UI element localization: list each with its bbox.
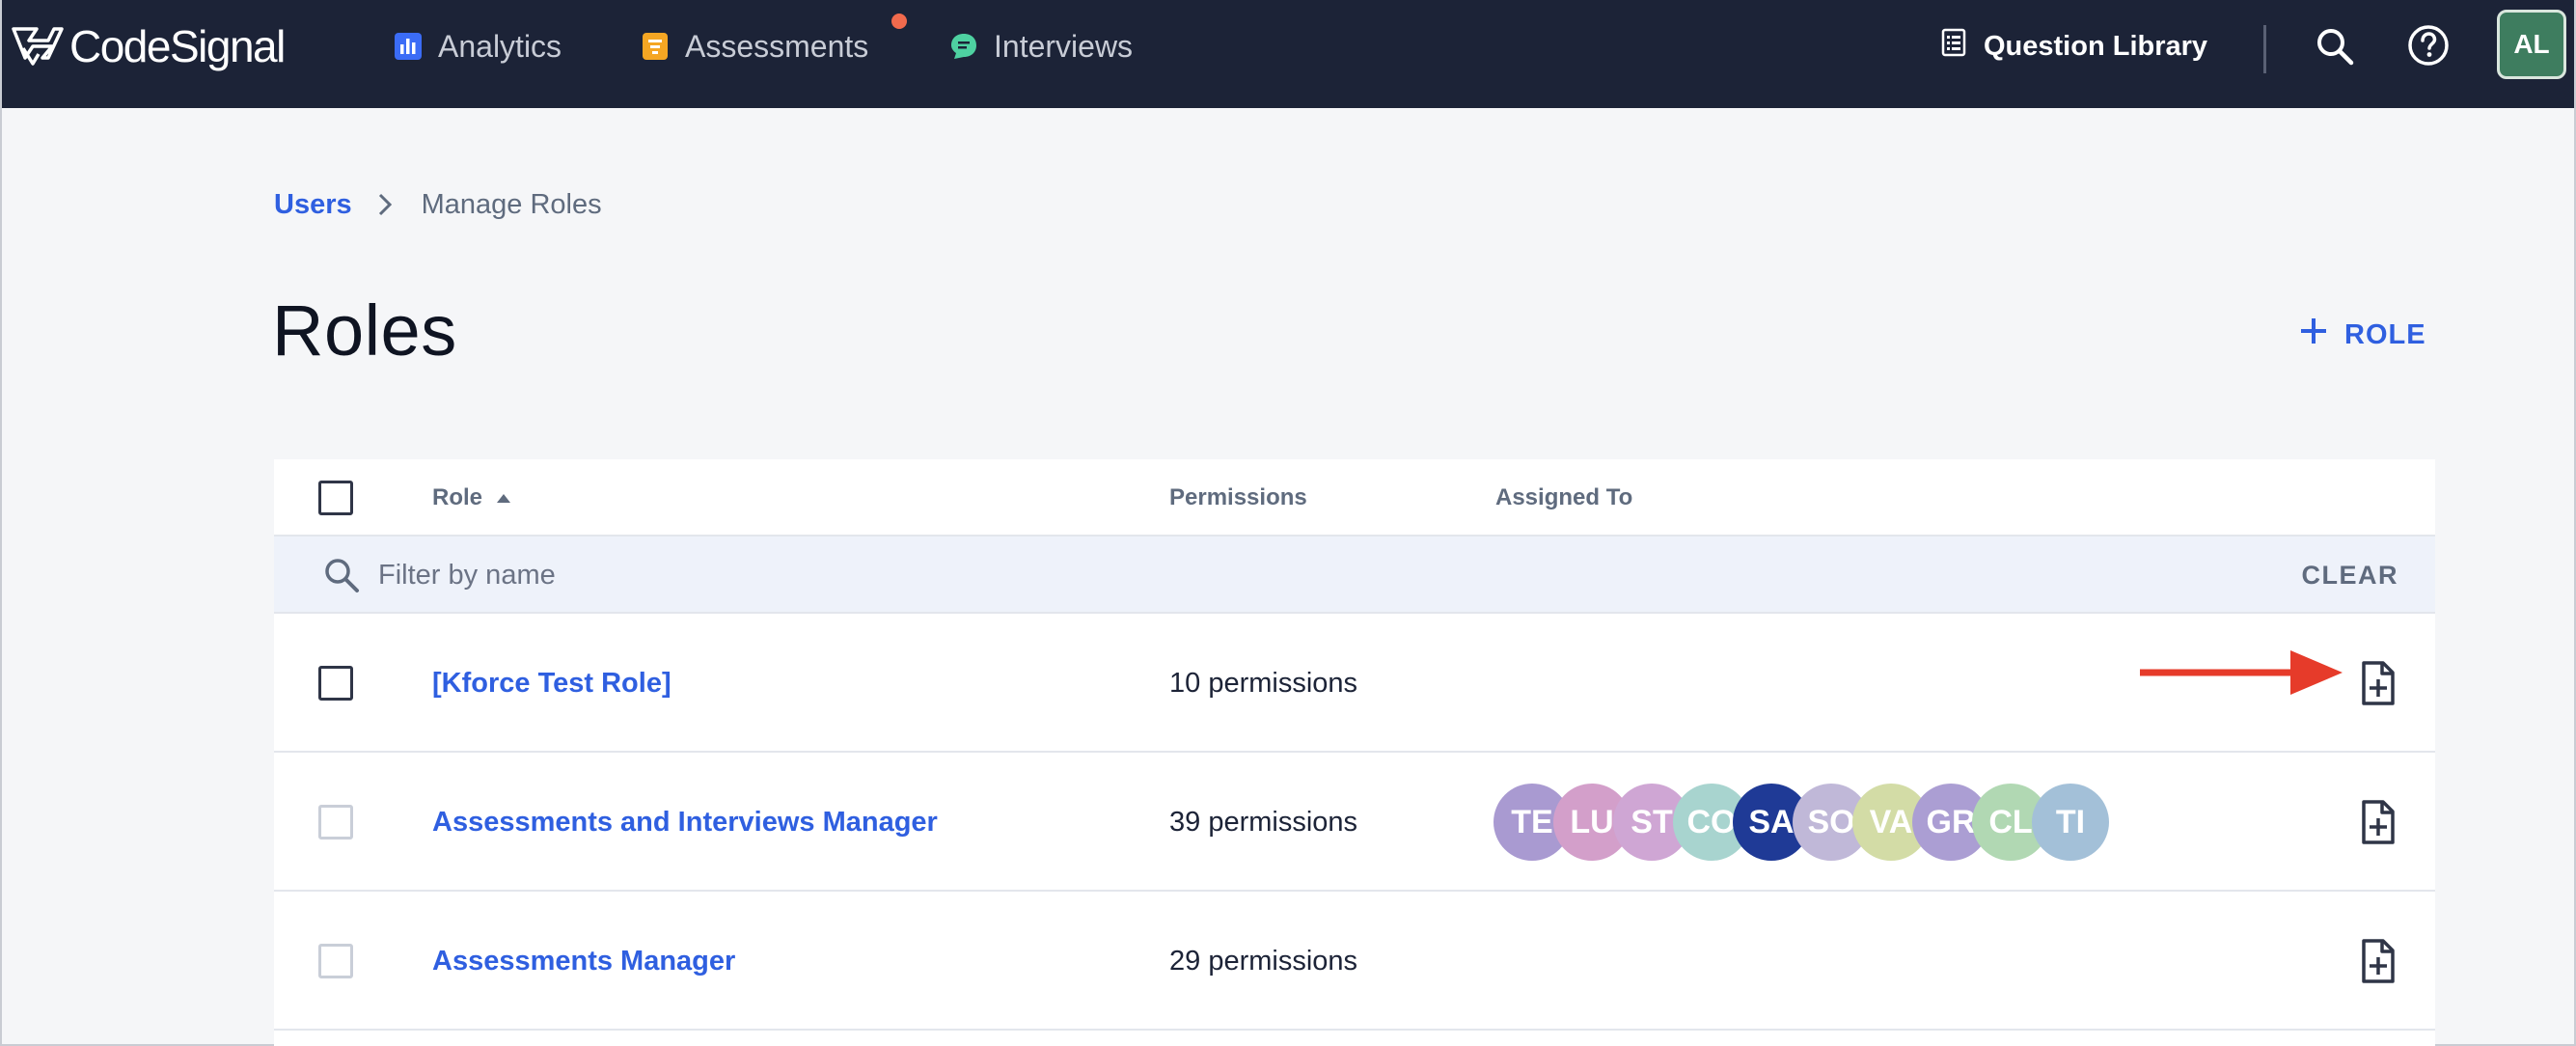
- bar-chart-icon: [392, 30, 425, 63]
- breadcrumb: Users Manage Roles: [274, 185, 602, 224]
- chat-bubble-icon: [947, 30, 980, 63]
- help-button[interactable]: [2406, 23, 2451, 68]
- duplicate-role-button[interactable]: [2356, 799, 2398, 845]
- codesignal-logo[interactable]: CodeSignal: [10, 17, 286, 75]
- brand-name: CodeSignal: [69, 21, 286, 71]
- question-library-link[interactable]: Question Library: [1941, 25, 2207, 68]
- permissions-count: 10 permissions: [1169, 667, 1358, 699]
- role-name-link[interactable]: [Kforce Test Role]: [432, 664, 671, 702]
- nav-analytics-label: Analytics: [438, 28, 562, 64]
- nav-assessments[interactable]: Assessments: [639, 25, 868, 68]
- role-name-link[interactable]: Assessments and Interviews Manager: [432, 803, 938, 841]
- duplicate-role-button[interactable]: [2356, 938, 2398, 984]
- table-row: [Kforce Test Role] 10 permissions: [274, 614, 2435, 753]
- question-library-icon: [1941, 28, 1966, 65]
- permissions-count: 39 permissions: [1169, 806, 1358, 838]
- column-header-permissions: Permissions: [1169, 484, 1307, 510]
- annotation-arrow-icon: [2140, 650, 2343, 695]
- row-checkbox[interactable]: [318, 944, 353, 978]
- file-plus-icon: [2362, 661, 2395, 705]
- search-button[interactable]: [2314, 25, 2356, 68]
- add-role-button[interactable]: ROLE: [2298, 311, 2426, 359]
- column-header-assigned-to: Assigned To: [1495, 484, 1633, 510]
- search-icon: [325, 559, 359, 592]
- breadcrumb-users-link[interactable]: Users: [274, 189, 352, 221]
- assessment-icon: [639, 30, 671, 63]
- permissions-count: 29 permissions: [1169, 945, 1358, 977]
- plus-icon: [2298, 316, 2329, 354]
- page-title: Roles: [272, 290, 457, 371]
- table-header: Role Permissions Assigned To: [274, 459, 2435, 537]
- search-icon: [2317, 29, 2354, 66]
- nav-interviews[interactable]: Interviews: [947, 25, 1133, 68]
- file-plus-icon: [2362, 800, 2395, 844]
- clear-filter-button[interactable]: CLEAR: [2302, 556, 2399, 594]
- chevron-right-icon: [377, 190, 397, 219]
- column-header-role[interactable]: Role: [432, 459, 511, 537]
- filter-row: CLEAR: [274, 537, 2435, 614]
- nav-divider: [2263, 25, 2266, 73]
- row-checkbox[interactable]: [318, 805, 353, 840]
- row-checkbox[interactable]: [318, 666, 353, 701]
- codesignal-logo-icon: [12, 27, 64, 66]
- nav-assessments-label: Assessments: [685, 28, 869, 64]
- notification-dot: [891, 14, 907, 29]
- breadcrumb-current: Manage Roles: [421, 188, 602, 220]
- top-navigation-bar: CodeSignal Analytics Assessments Intervi…: [2, 0, 2574, 108]
- user-avatar[interactable]: AL: [2497, 10, 2566, 79]
- duplicate-role-button[interactable]: [2356, 660, 2398, 706]
- role-name-link[interactable]: Assessments Manager: [432, 942, 735, 980]
- assigned-user-avatar[interactable]: TI: [2032, 784, 2109, 861]
- filter-by-name-input[interactable]: [378, 552, 1247, 598]
- table-row: Assessments Manager 29 permissions: [274, 892, 2435, 1031]
- file-plus-icon: [2362, 939, 2395, 983]
- question-library-label: Question Library: [1984, 30, 2208, 62]
- roles-table: Role Permissions Assigned To CLEAR [Kfor…: [274, 459, 2435, 1046]
- select-all-checkbox[interactable]: [318, 481, 353, 515]
- add-role-label: ROLE: [2344, 318, 2426, 350]
- nav-interviews-label: Interviews: [994, 28, 1134, 64]
- help-icon: [2408, 25, 2449, 66]
- nav-analytics[interactable]: Analytics: [392, 25, 562, 68]
- column-header-role-label: Role: [432, 484, 483, 510]
- table-row: Assessments and Interviews Manager 39 pe…: [274, 753, 2435, 892]
- sort-ascending-icon: [496, 492, 511, 504]
